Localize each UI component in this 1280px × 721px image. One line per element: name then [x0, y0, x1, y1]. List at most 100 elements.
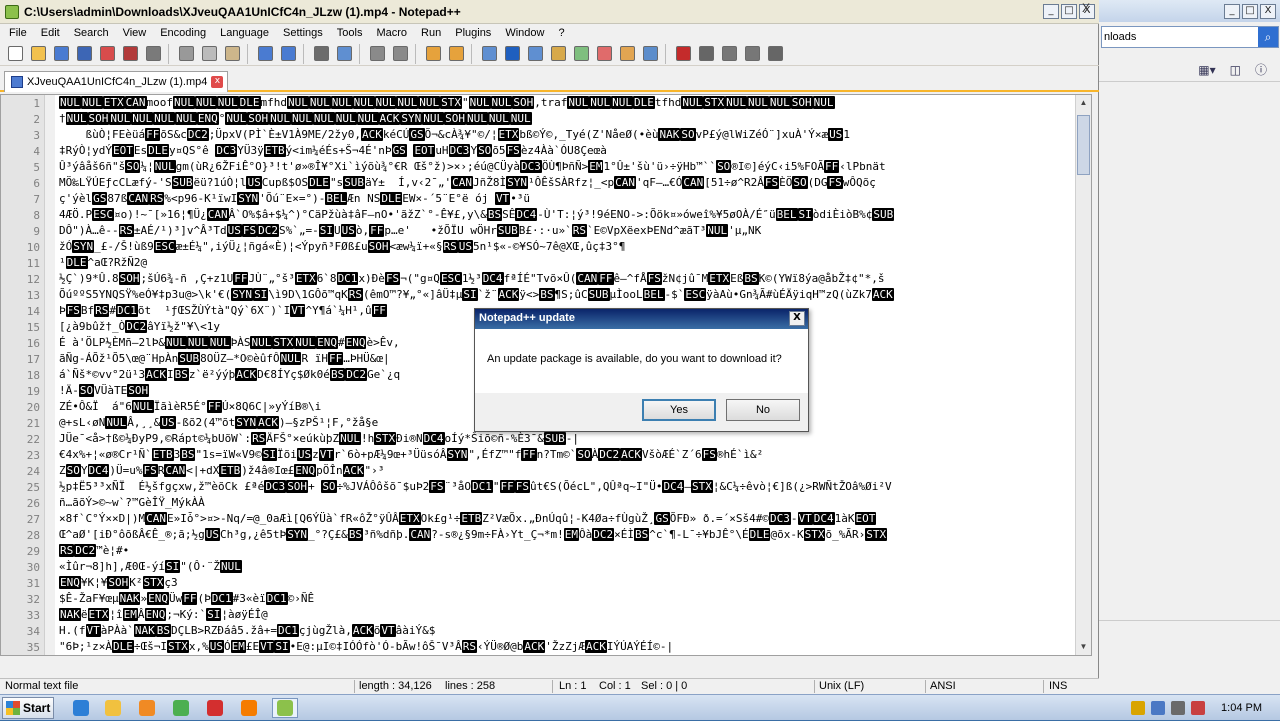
- close-icon[interactable]: [96, 43, 118, 65]
- scroll-down-icon[interactable]: ▼: [1076, 639, 1091, 655]
- action-center-icon[interactable]: [1131, 701, 1146, 715]
- menu-settings[interactable]: Settings: [276, 24, 330, 42]
- control-char-token: NUL: [175, 112, 197, 125]
- vertical-scrollbar[interactable]: ▲ ▼: [1075, 95, 1091, 655]
- notepadpp-icon[interactable]: [272, 698, 298, 718]
- menu-language[interactable]: Language: [213, 24, 276, 42]
- bg-minimize-button[interactable]: _: [1224, 3, 1240, 19]
- text-token: ÞFSBfRS#DC1õt ¹ƒŒSŽÙÝtà"Qý`6X¨)`IVT^Y¶á`…: [59, 304, 387, 317]
- tab-active-file[interactable]: XJveuQAA1UnICfC4n_JLzw (1).mp4 x: [4, 71, 229, 92]
- close-document-icon[interactable]: X: [1082, 1, 1090, 15]
- menu-run[interactable]: Run: [414, 24, 448, 42]
- udl-icon[interactable]: [547, 43, 569, 65]
- text-token: É à'ÖLP½ÈMñ–2lÞ&NUL NUL NULÞÀSNUL STX NUL ENQ…: [59, 336, 400, 349]
- dialog-close-button[interactable]: X: [789, 311, 805, 326]
- windows-logo-icon: [6, 701, 20, 715]
- toolbar-separator: [168, 43, 174, 64]
- security-icon[interactable]: [1191, 701, 1206, 715]
- sync-h-icon[interactable]: [445, 43, 467, 65]
- redo-icon[interactable]: [277, 43, 299, 65]
- bg-close-button[interactable]: X: [1260, 3, 1276, 19]
- vlc-icon[interactable]: [238, 698, 260, 718]
- code-line: DÔ")À…ê--RS±AÉ/¹)³]v^Â³TdUS FS DC2S%`„=-SI…: [59, 223, 761, 239]
- control-char-token: NUL: [287, 96, 309, 109]
- status-length: length : 34,126: [359, 680, 432, 692]
- chrome-icon-glyph: [173, 700, 189, 716]
- undo-icon[interactable]: [254, 43, 276, 65]
- ie-icon[interactable]: [70, 698, 92, 718]
- copy-icon[interactable]: [198, 43, 220, 65]
- all-chars-icon[interactable]: [501, 43, 523, 65]
- save-all-icon[interactable]: [73, 43, 95, 65]
- monitor-icon[interactable]: [639, 43, 661, 65]
- taskbar: Start 1:04 PM: [0, 694, 1280, 720]
- doc-map-icon[interactable]: [570, 43, 592, 65]
- scroll-up-icon[interactable]: ▲: [1076, 95, 1091, 111]
- code-line: ¹DLE^aŒ?RžÑ2@: [59, 255, 147, 271]
- help-icon[interactable]: ⓘ: [1255, 61, 1267, 78]
- menu-edit[interactable]: Edit: [34, 24, 67, 42]
- sync-v-icon[interactable]: [422, 43, 444, 65]
- no-button[interactable]: No: [726, 399, 800, 421]
- menu-file[interactable]: File: [2, 24, 34, 42]
- minimize-button[interactable]: _: [1043, 4, 1059, 19]
- control-char-token: NUL: [109, 112, 132, 125]
- menu-window[interactable]: Window: [498, 24, 551, 42]
- menu-encoding[interactable]: Encoding: [153, 24, 213, 42]
- volume-icon[interactable]: [1171, 701, 1186, 715]
- chrome-icon[interactable]: [170, 698, 192, 718]
- replace-icon[interactable]: [333, 43, 355, 65]
- code-line: €4x%+¦«ø®Cr¹Ñ`ETB3BS"1s=ïW«V9©SIÏõiUSzVT…: [59, 447, 763, 463]
- opera-icon[interactable]: [204, 698, 226, 718]
- view-options-icon[interactable]: ▦▾: [1198, 63, 1215, 77]
- menu-help[interactable]: ?: [551, 24, 571, 42]
- cut-icon[interactable]: [175, 43, 197, 65]
- menu-tools[interactable]: Tools: [330, 24, 370, 42]
- clock[interactable]: 1:04 PM: [1221, 702, 1262, 714]
- paste-icon[interactable]: [221, 43, 243, 65]
- control-char-token: NUL: [374, 96, 397, 109]
- find-icon[interactable]: [310, 43, 332, 65]
- toolbar-separator: [471, 43, 477, 64]
- close-all-icon[interactable]: [119, 43, 141, 65]
- search-icon[interactable]: ⌕: [1258, 27, 1278, 47]
- line-number: 8: [33, 209, 40, 222]
- folder-workspace-icon[interactable]: [616, 43, 638, 65]
- code-line: @+sL‹øNNULÂ,¸¸&US-ßõ2(4™õtSYN ACK)–§zPŠ¹¦…: [59, 415, 378, 431]
- play-macro-icon[interactable]: [718, 43, 740, 65]
- menu-plugins[interactable]: Plugins: [448, 24, 498, 42]
- save-icon[interactable]: [50, 43, 72, 65]
- tab-close-icon[interactable]: x: [211, 76, 224, 88]
- start-button[interactable]: Start: [2, 697, 54, 719]
- indent-guide-icon[interactable]: [524, 43, 546, 65]
- explorer-icon[interactable]: [102, 698, 124, 718]
- scrollbar-thumb[interactable]: [1077, 115, 1090, 175]
- toolbar-separator: [303, 43, 309, 64]
- text-token: tfhd: [654, 96, 682, 109]
- print-icon[interactable]: [142, 43, 164, 65]
- stop-macro-icon[interactable]: [695, 43, 717, 65]
- network-icon[interactable]: [1151, 701, 1166, 715]
- wrap-icon[interactable]: [478, 43, 500, 65]
- open-file-icon[interactable]: [27, 43, 49, 65]
- new-file-icon[interactable]: [4, 43, 26, 65]
- save-macro-icon[interactable]: [764, 43, 786, 65]
- bg-maximize-button[interactable]: □: [1242, 3, 1258, 19]
- code-line: ENQ¥K¦¥SOHK²STXç3: [59, 575, 178, 591]
- menu-macro[interactable]: Macro: [369, 24, 414, 42]
- zoom-out-icon[interactable]: [389, 43, 411, 65]
- yes-button[interactable]: Yes: [642, 399, 716, 421]
- code-line: ½p‡Ë5³³xÑÏ É½šfgçxw,ž™èõCk £ªéDC3 SOH+ SO…: [59, 479, 892, 495]
- code-line: NAKëETX¦îEMÂENQ;¬Ký:`SI¦àøÿÉÎ@: [59, 607, 268, 623]
- bg-search-field[interactable]: nloads ⌕: [1101, 26, 1279, 48]
- maximize-button[interactable]: □: [1061, 4, 1077, 19]
- record-macro-icon[interactable]: [672, 43, 694, 65]
- zoom-in-icon[interactable]: [366, 43, 388, 65]
- function-list-icon[interactable]: [593, 43, 615, 65]
- menu-search[interactable]: Search: [67, 24, 116, 42]
- media-player-icon[interactable]: [136, 698, 158, 718]
- code-line: «Ìûr¬8]h],Æ0Œ-ýíSI"(Ô·¨ŽNUL: [59, 559, 242, 575]
- menu-view[interactable]: View: [116, 24, 154, 42]
- play-multiple-icon[interactable]: [741, 43, 763, 65]
- preview-pane-icon[interactable]: ◫: [1230, 63, 1241, 77]
